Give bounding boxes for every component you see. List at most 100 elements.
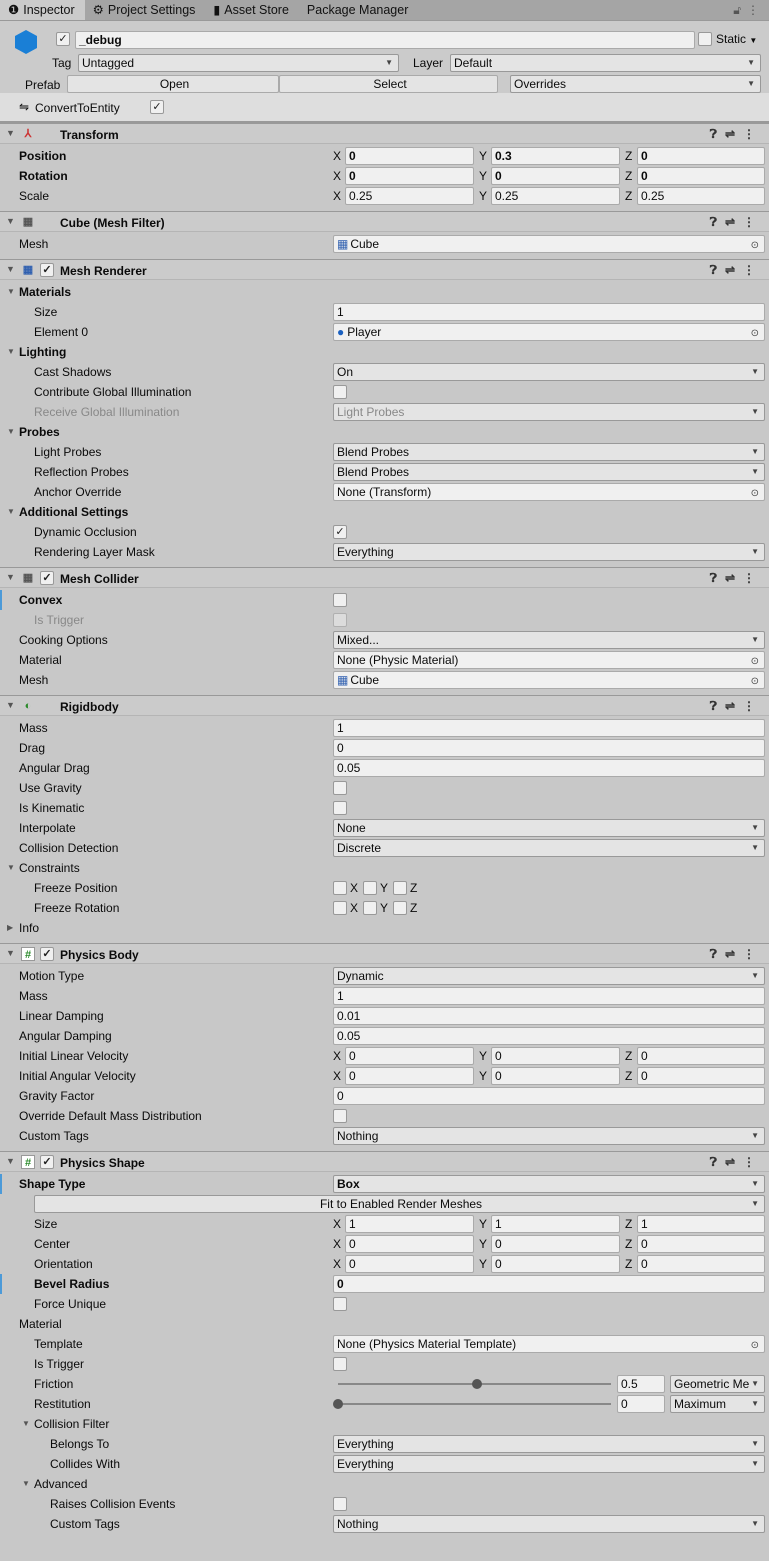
preset-icon[interactable]: ⇌: [725, 571, 743, 585]
freeze-z-checkbox[interactable]: [393, 881, 407, 895]
checkbox[interactable]: [333, 1497, 347, 1511]
object-picker-icon[interactable]: ⊙: [751, 1338, 759, 1352]
prefab-select-button[interactable]: Select: [279, 75, 498, 93]
x-field[interactable]: 1: [345, 1215, 474, 1233]
foldout-arrow-icon[interactable]: ▼: [7, 427, 15, 436]
text-field[interactable]: 0.05: [333, 759, 765, 777]
y-field[interactable]: 0.25: [491, 187, 620, 205]
foldout-arrow-icon[interactable]: ▼: [6, 264, 15, 274]
preset-icon[interactable]: ⇌: [725, 127, 743, 141]
y-field[interactable]: 0: [491, 1235, 620, 1253]
layer-dropdown[interactable]: Default: [450, 54, 761, 72]
object-picker-icon[interactable]: ⊙: [751, 238, 759, 252]
y-field[interactable]: 0: [491, 1067, 620, 1085]
mesh-collider-header[interactable]: ▼ ▦ ✓ Mesh Collider ❓︎⇌⋮: [0, 567, 769, 588]
menu-icon[interactable]: ⋮: [747, 3, 765, 17]
text-field[interactable]: 0: [333, 739, 765, 757]
dropdown[interactable]: Everything: [333, 1435, 765, 1453]
foldout-arrow-icon[interactable]: ▼: [6, 572, 15, 582]
text-field[interactable]: 1: [333, 987, 765, 1005]
enabled-checkbox[interactable]: ✓: [40, 947, 54, 961]
foldout-arrow-icon[interactable]: ▼: [6, 1156, 15, 1166]
checkbox[interactable]: [333, 781, 347, 795]
y-field[interactable]: 0.3: [491, 147, 620, 165]
z-field[interactable]: 0.25: [637, 187, 765, 205]
object-field[interactable]: ▦ Cube ⊙: [333, 671, 765, 689]
foldout-arrow-icon[interactable]: ▼: [7, 507, 15, 516]
checkbox[interactable]: [333, 385, 347, 399]
dropdown[interactable]: Blend Probes: [333, 443, 765, 461]
dropdown[interactable]: Dynamic: [333, 967, 765, 985]
text-field[interactable]: 0.05: [333, 1027, 765, 1045]
dropdown[interactable]: Discrete: [333, 839, 765, 857]
menu-icon[interactable]: ⋮: [743, 571, 763, 585]
object-field[interactable]: ● Player ⊙: [333, 323, 765, 341]
help-icon[interactable]: ❓︎: [710, 127, 725, 141]
tab-package-manager[interactable]: Package Manager: [299, 0, 418, 20]
enabled-checkbox[interactable]: ✓: [40, 571, 54, 585]
slider-knob[interactable]: [333, 1399, 343, 1409]
slider-track[interactable]: [338, 1403, 611, 1405]
y-field[interactable]: 0: [491, 1047, 620, 1065]
tab-inspector[interactable]: ❶ Inspector: [0, 0, 85, 20]
slider-value-field[interactable]: 0: [617, 1395, 665, 1413]
z-field[interactable]: 0: [637, 1255, 765, 1273]
z-field[interactable]: 0: [637, 167, 765, 185]
fit-button[interactable]: Fit to Enabled Render Meshes: [34, 1195, 765, 1213]
text-field[interactable]: 1: [333, 303, 765, 321]
y-field[interactable]: 0: [491, 1255, 620, 1273]
freeze-x-checkbox[interactable]: [333, 901, 347, 915]
checkbox[interactable]: [333, 1297, 347, 1311]
z-field[interactable]: 0: [637, 1235, 765, 1253]
slider-value-field[interactable]: 0.5: [617, 1375, 665, 1393]
help-icon[interactable]: ❓︎: [710, 699, 725, 713]
x-field[interactable]: 0.25: [345, 187, 474, 205]
menu-icon[interactable]: ⋮: [743, 127, 763, 141]
help-icon[interactable]: ❓︎: [710, 263, 725, 277]
transform-header[interactable]: ▼ ⅄ Transform ❓︎⇌⋮: [0, 123, 769, 144]
menu-icon[interactable]: ⋮: [743, 947, 763, 961]
checkbox[interactable]: ✓: [333, 525, 347, 539]
foldout-arrow-icon[interactable]: ▼: [6, 128, 15, 138]
dropdown[interactable]: Everything: [333, 1455, 765, 1473]
x-field[interactable]: 0: [345, 1235, 474, 1253]
help-icon[interactable]: ❓︎: [710, 571, 725, 585]
z-field[interactable]: 0: [637, 1067, 765, 1085]
active-checkbox[interactable]: ✓: [56, 32, 70, 46]
foldout-arrow-icon[interactable]: ▼: [6, 216, 15, 226]
cube-mesh-filter-header[interactable]: ▼ ▦ Cube (Mesh Filter) ❓︎⇌⋮: [0, 211, 769, 232]
tag-dropdown[interactable]: Untagged: [78, 54, 399, 72]
foldout-arrow-icon[interactable]: ▼: [7, 863, 15, 872]
object-field[interactable]: None (Physics Material Template) ⊙: [333, 1335, 765, 1353]
combine-mode-dropdown[interactable]: Maximum: [670, 1395, 765, 1413]
dropdown[interactable]: Nothing: [333, 1515, 765, 1533]
foldout-arrow-icon[interactable]: ▶: [7, 923, 13, 932]
physics-shape-header[interactable]: ▼ # ✓ Physics Shape ❓︎⇌⋮: [0, 1151, 769, 1172]
object-picker-icon[interactable]: ⊙: [751, 674, 759, 688]
z-field[interactable]: 1: [637, 1215, 765, 1233]
tab-asset-store[interactable]: ▮ Asset Store: [205, 0, 299, 20]
object-picker-icon[interactable]: ⊙: [751, 654, 759, 668]
text-field[interactable]: 0: [333, 1275, 765, 1293]
x-field[interactable]: 0: [345, 1067, 474, 1085]
object-field[interactable]: ▦ Cube ⊙: [333, 235, 765, 253]
slider-knob[interactable]: [472, 1379, 482, 1389]
x-field[interactable]: 0: [345, 167, 474, 185]
freeze-y-checkbox[interactable]: [363, 901, 377, 915]
foldout-arrow-icon[interactable]: ▼: [7, 287, 15, 296]
menu-icon[interactable]: ⋮: [743, 1155, 763, 1169]
help-icon[interactable]: ❓︎: [710, 947, 725, 961]
freeze-x-checkbox[interactable]: [333, 881, 347, 895]
foldout-arrow-icon[interactable]: ▼: [7, 347, 15, 356]
object-field[interactable]: None (Physic Material) ⊙: [333, 651, 765, 669]
static-checkbox[interactable]: [698, 32, 712, 46]
foldout-arrow-icon[interactable]: ▼: [6, 700, 15, 710]
rigidbody-header[interactable]: ▼ ◐ Rigidbody ❓︎⇌⋮: [0, 695, 769, 716]
tab-project-settings[interactable]: ⚙ Project Settings: [85, 0, 206, 20]
menu-icon[interactable]: ⋮: [743, 263, 763, 277]
object-picker-icon[interactable]: ⊙: [751, 486, 759, 500]
dropdown[interactable]: Everything: [333, 543, 765, 561]
text-field[interactable]: 0.01: [333, 1007, 765, 1025]
menu-icon[interactable]: ⋮: [743, 215, 763, 229]
checkbox[interactable]: [333, 1109, 347, 1123]
